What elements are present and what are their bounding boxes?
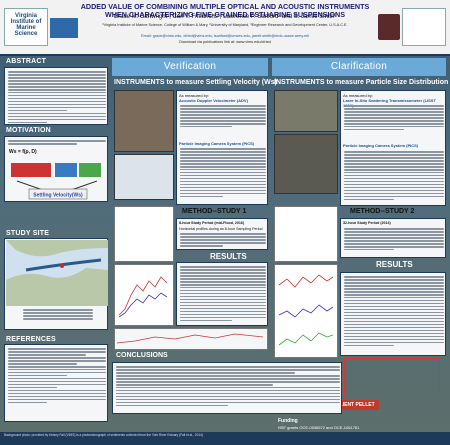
verification-banner: Verification xyxy=(112,58,268,76)
psd-instruments-panel: As measured by: Laser In-Situ Scattering… xyxy=(340,90,446,206)
results1-plot-a xyxy=(114,264,174,326)
study-site-panel xyxy=(4,238,108,330)
poster-authors: Grace M. Cartwright¹, Carl T. Friedrichs… xyxy=(113,14,337,20)
funding-detail: NSF grants OCE-0536572 and OCE-1061781 xyxy=(278,425,360,430)
ws-instruments-title: INSTRUMENTS to measure Settling Velocity… xyxy=(114,79,277,86)
method1-panel: 8-hour Study Period (mid-Flood, 2016) Ho… xyxy=(176,218,268,250)
lisst-photo xyxy=(274,134,338,194)
vims-logo: Virginia Institute of Marine Science xyxy=(4,8,48,46)
results1-panel xyxy=(176,262,268,326)
download-note: Download via publications link at: www.v… xyxy=(179,40,271,44)
method1-title: METHOD--STUDY 1 xyxy=(182,208,247,215)
method2-panel: 32-hour Study Period (2014) xyxy=(340,218,446,258)
ws-instruments-panel: As measured by: Acoustic Doppler Velocim… xyxy=(176,90,268,205)
psd-instrument-photo xyxy=(274,90,338,132)
poster-email: Email: grace@vims.edu, cfried@vims.edu, … xyxy=(141,34,309,38)
psd-instruments-title: INSTRUMENTS to measure Particle Size Dis… xyxy=(274,79,449,86)
method1-plot xyxy=(114,206,174,262)
poster-header: Virginia Institute of Marine Science ADD… xyxy=(0,0,450,56)
references-panel xyxy=(4,344,108,422)
study-site-map xyxy=(6,240,108,306)
references-title: REFERENCES xyxy=(6,336,56,343)
motivation-diagram: Settling Velocity(Ws) xyxy=(11,163,101,200)
agency-logo xyxy=(378,14,400,40)
results2-panel xyxy=(340,272,446,356)
secondary-logo xyxy=(50,18,78,38)
results1-plot-b xyxy=(114,328,268,350)
results1-plot-a-chart xyxy=(118,276,168,318)
results1-title: RESULTS xyxy=(210,252,247,261)
funding-title: Funding xyxy=(278,418,298,424)
method2-plot xyxy=(274,206,338,262)
results2-plot xyxy=(274,264,338,358)
results2-plot-chart xyxy=(278,274,334,346)
settling-label: Settling Velocity(Ws) xyxy=(33,193,83,199)
poster-affiliations: ¹Virginia Institute of Marine Science, C… xyxy=(102,23,348,27)
abstract-panel xyxy=(4,67,108,125)
results2-title: RESULTS xyxy=(376,260,413,269)
results1-plot-b-chart xyxy=(116,333,264,344)
study-site-title: STUDY SITE xyxy=(6,230,50,237)
ws-instrument-photo xyxy=(114,90,174,152)
background-credit: Background photo: provided by Kelsey Fal… xyxy=(4,433,203,437)
abstract-title: ABSTRACT xyxy=(6,58,47,65)
conclusions-panel xyxy=(112,362,342,414)
motivation-title: MOTIVATION xyxy=(6,127,51,134)
poster: Virginia Institute of Marine Science ADD… xyxy=(0,0,450,445)
abstract-text xyxy=(8,71,106,125)
conclusions-title: CONCLUSIONS xyxy=(116,352,168,359)
motivation-panel: Ws = f(ρ, D) Settling Velocity(Ws) xyxy=(4,136,108,202)
pellet-highlight-box xyxy=(344,358,440,398)
poster-footer: Background photo: provided by Kelsey Fal… xyxy=(0,432,450,445)
partner-logo xyxy=(402,8,446,46)
clarification-banner: Clarification xyxy=(272,58,446,76)
pics-diagram xyxy=(114,154,174,200)
method2-title: METHOD--STUDY 2 xyxy=(350,208,415,215)
